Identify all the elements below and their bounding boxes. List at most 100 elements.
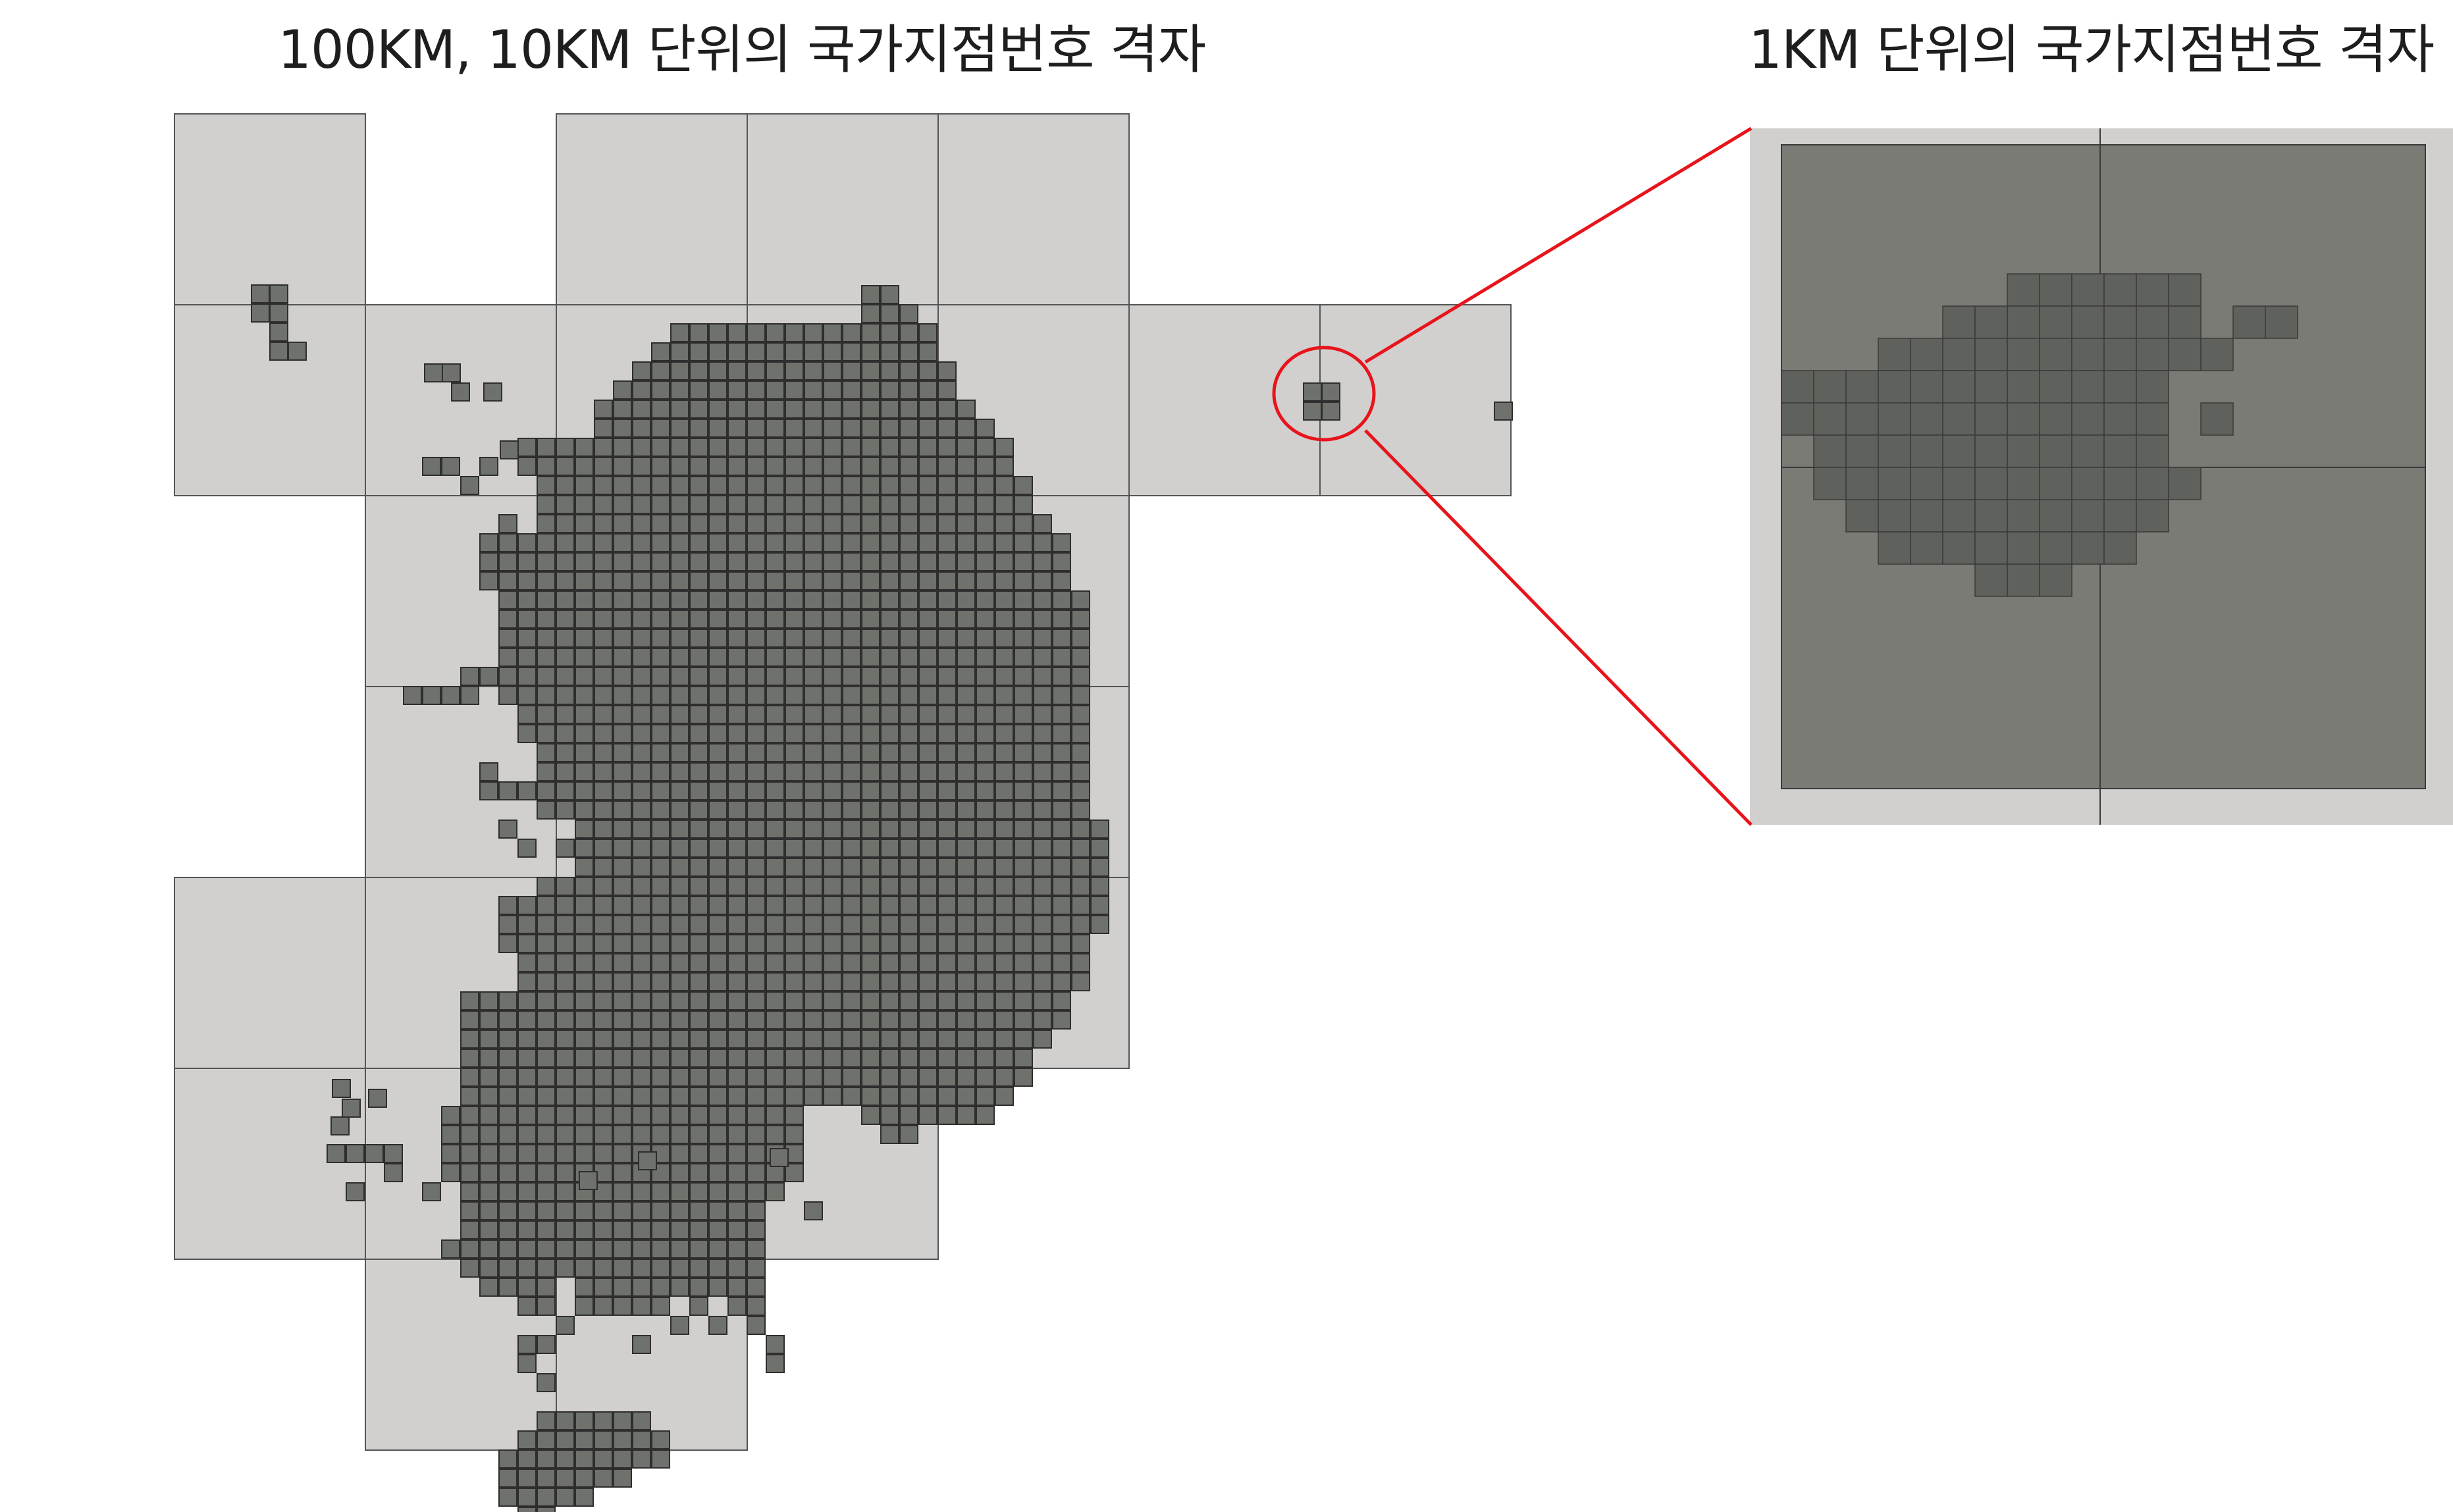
grid-1km-cell	[1910, 434, 1943, 468]
grid-10km-cell	[918, 877, 937, 896]
grid-10km-cell	[899, 781, 918, 800]
grid-10km-cell	[976, 800, 995, 820]
grid-10km-cell	[556, 1411, 575, 1430]
grid-10km-cell	[880, 419, 899, 438]
grid-1km-cell	[2136, 305, 2169, 339]
grid-10km-cell	[1071, 839, 1090, 858]
grid-10km-cell	[899, 323, 918, 342]
grid-10km-cell	[460, 1106, 479, 1125]
grid-10km-cell	[842, 571, 861, 590]
grid-10km-cell	[747, 495, 766, 514]
grid-10km-cell	[575, 1297, 594, 1316]
grid-10km-cell	[785, 915, 804, 934]
grid-10km-cell	[594, 400, 613, 419]
grid-10km-cell	[575, 533, 594, 552]
grid-10km-cell	[957, 1030, 976, 1049]
grid-10km-cell	[899, 380, 918, 400]
grid-10km-cell	[899, 858, 918, 877]
grid-10km-cell	[918, 1068, 937, 1087]
grid-10km-cell	[708, 1068, 727, 1087]
grid-10km-cell	[918, 1087, 937, 1106]
grid-10km-cell	[689, 1010, 708, 1030]
grid-10km-cell	[460, 686, 479, 705]
grid-10km-cell	[613, 1163, 632, 1182]
grid-10km-cell	[689, 1297, 708, 1316]
grid-10km-cell	[517, 1030, 537, 1049]
grid-10km-cell	[594, 438, 613, 457]
grid-10km-cell	[537, 1449, 556, 1469]
grid-10km-cell	[976, 820, 995, 839]
grid-10km-cell	[1090, 896, 1109, 915]
grid-10km-cell	[861, 629, 880, 648]
grid-10km-cell	[1052, 724, 1071, 743]
grid-10km-cell	[880, 304, 899, 323]
grid-10km-cell	[842, 514, 861, 533]
grid-10km-cell	[747, 820, 766, 839]
grid-10km-cell	[766, 1049, 785, 1068]
grid-10km-cell	[537, 1259, 556, 1278]
grid-10km-cell	[1071, 667, 1090, 686]
grid-10km-cell	[747, 361, 766, 380]
grid-10km-cell	[632, 667, 651, 686]
grid-10km-cell	[727, 724, 747, 743]
grid-10km-cell	[727, 820, 747, 839]
grid-10km-cell	[937, 953, 957, 972]
grid-10km-cell	[1014, 629, 1033, 648]
grid-10km-cell	[708, 1163, 727, 1182]
grid-10km-cell	[727, 438, 747, 457]
grid-10km-cell	[613, 419, 632, 438]
grid-10km-cell	[689, 1220, 708, 1239]
grid-100km-cell	[937, 113, 1130, 305]
grid-10km-cell	[995, 457, 1014, 476]
grid-10km-cell	[727, 705, 747, 724]
grid-1km-cell	[1974, 434, 2008, 468]
grid-10km-cell	[556, 1087, 575, 1106]
grid-10km-cell	[1052, 972, 1071, 991]
grid-10km-cell	[689, 877, 708, 896]
grid-10km-cell	[594, 1144, 613, 1163]
grid-10km-cell	[804, 781, 823, 800]
grid-10km-cell	[556, 476, 575, 495]
grid-10km-cell	[823, 1010, 842, 1030]
grid-10km-cell	[785, 1049, 804, 1068]
grid-10km-cell	[823, 915, 842, 934]
grid-10km-cell	[747, 1220, 766, 1239]
grid-10km-cell	[517, 1507, 537, 1512]
grid-10km-cell	[594, 839, 613, 858]
grid-10km-cell	[537, 1278, 556, 1297]
grid-10km-cell	[823, 877, 842, 896]
grid-1km-cell	[1974, 499, 2008, 533]
grid-10km-cell	[880, 342, 899, 361]
grid-10km-cell	[937, 667, 957, 686]
grid-10km-cell	[861, 820, 880, 839]
grid-10km-cell	[804, 514, 823, 533]
grid-10km-cell	[613, 1220, 632, 1239]
grid-10km-cell	[517, 571, 537, 590]
grid-10km-cell	[651, 361, 670, 380]
grid-10km-cell	[804, 991, 823, 1010]
grid-10km-cell	[575, 724, 594, 743]
grid-10km-cell	[556, 1030, 575, 1049]
grid-10km-cell	[498, 1030, 517, 1049]
grid-10km-cell	[747, 896, 766, 915]
grid-10km-cell	[651, 1239, 670, 1259]
grid-10km-cell	[747, 934, 766, 953]
grid-10km-cell	[670, 1144, 689, 1163]
grid-10km-cell	[899, 877, 918, 896]
grid-10km-cell	[727, 934, 747, 953]
grid-10km-cell	[785, 781, 804, 800]
grid-10km-cell	[651, 705, 670, 724]
grid-10km-cell	[575, 1144, 594, 1163]
grid-10km-cell	[747, 1087, 766, 1106]
grid-10km-cell	[918, 514, 937, 533]
grid-10km-cell	[1052, 800, 1071, 820]
grid-10km-cell	[1014, 953, 1033, 972]
grid-10km-cell	[727, 1030, 747, 1049]
grid-10km-cell	[727, 361, 747, 380]
grid-10km-cell	[861, 285, 880, 304]
grid-10km-cell	[937, 476, 957, 495]
grid-10km-cell	[995, 1010, 1014, 1030]
grid-10km-cell	[537, 762, 556, 781]
grid-10km-cell	[823, 953, 842, 972]
grid-10km-cell	[575, 1469, 594, 1488]
